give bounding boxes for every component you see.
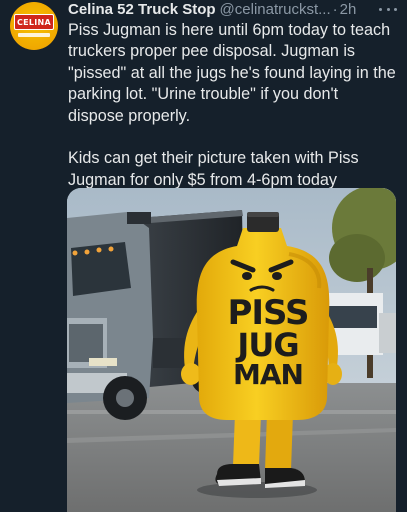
tweet-paragraph-2: Kids can get their picture taken with Pi… bbox=[68, 149, 359, 189]
tweet-media-photo[interactable]: PISS JUG MAN bbox=[67, 188, 396, 512]
tweet[interactable]: CELINA Celina 52 Truck Stop @celinatruck… bbox=[0, 0, 407, 512]
celina-logo-text: CELINA bbox=[16, 17, 52, 27]
jug-label-line-3: MAN bbox=[233, 358, 303, 391]
celina-logo: CELINA bbox=[14, 14, 54, 30]
tweet-text: Piss Jugman is here until 6pm today to t… bbox=[68, 20, 396, 191]
tweet-paragraph-1: Piss Jugman is here until 6pm today to t… bbox=[68, 21, 396, 125]
more-horizontal-icon[interactable] bbox=[379, 1, 397, 17]
display-name[interactable]: Celina 52 Truck Stop bbox=[68, 1, 216, 19]
user-handle[interactable]: @celinatruckst... bbox=[220, 1, 331, 19]
jugman-photo: PISS JUG MAN bbox=[67, 188, 396, 512]
tweet-header: Celina 52 Truck Stop @celinatruckst... ·… bbox=[68, 1, 399, 19]
avatar[interactable]: CELINA bbox=[10, 2, 58, 50]
header-separator: · bbox=[332, 1, 338, 18]
logo-stripe bbox=[18, 33, 50, 37]
tweet-timestamp[interactable]: 2h bbox=[340, 1, 357, 19]
